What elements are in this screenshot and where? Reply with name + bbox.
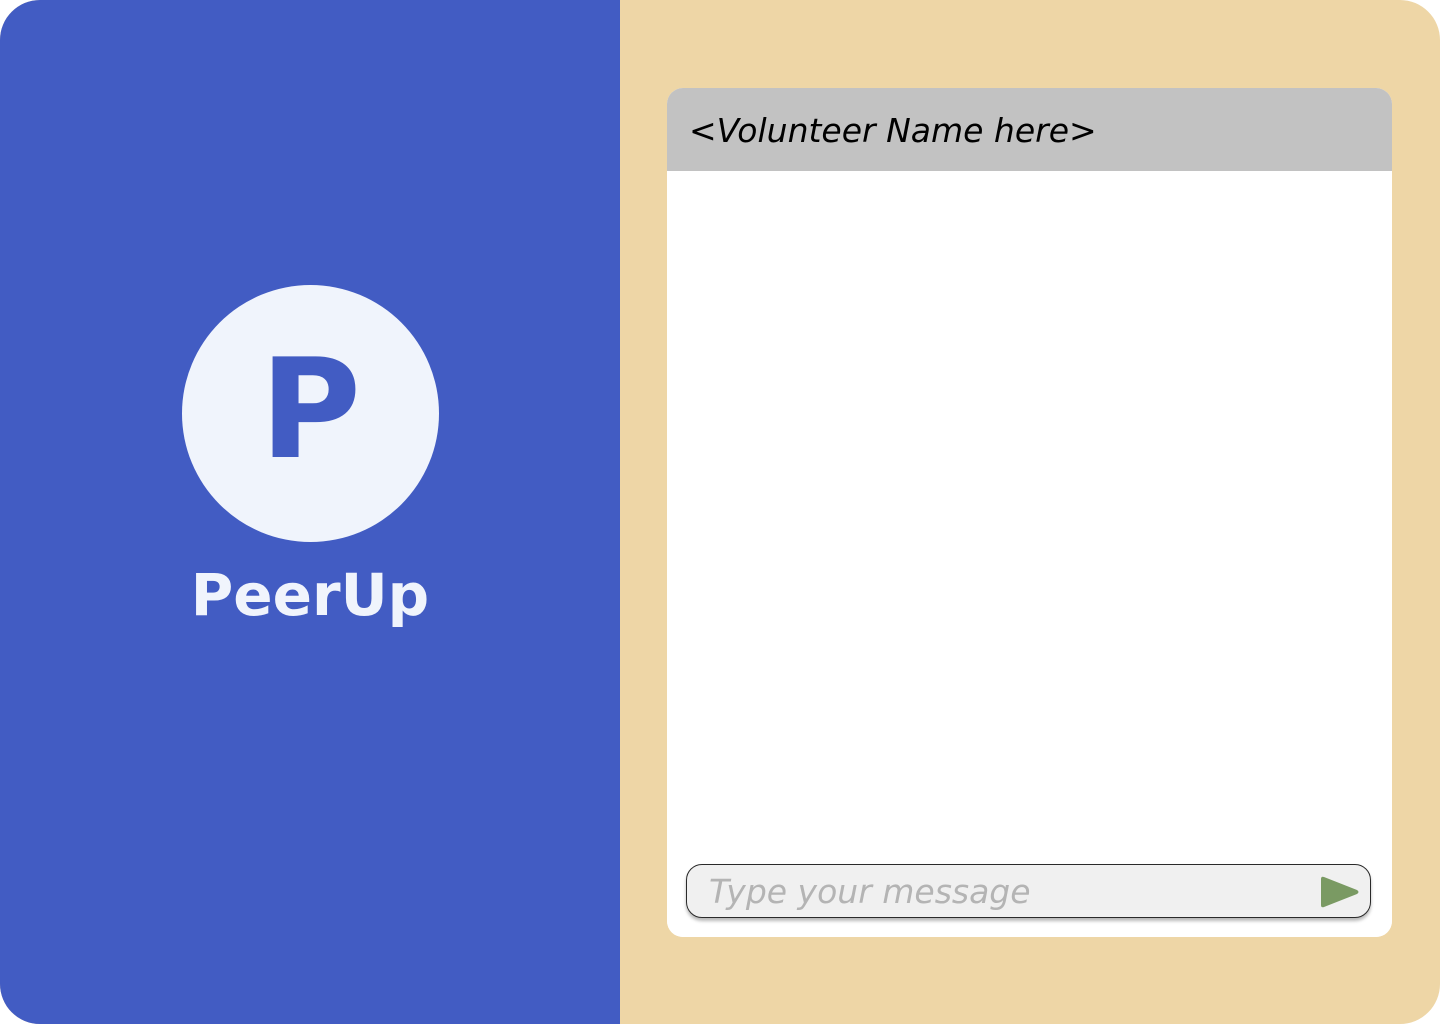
- brand-panel: P PeerUp: [0, 0, 620, 1024]
- message-composer: [686, 864, 1371, 918]
- send-arrow-icon: [1321, 876, 1359, 908]
- brand-name: PeerUp: [190, 561, 430, 629]
- message-input[interactable]: [709, 871, 1299, 911]
- chat-window: <Volunteer Name here>: [667, 88, 1392, 937]
- volunteer-name: <Volunteer Name here>: [689, 111, 1097, 150]
- logo-letter: P: [259, 328, 362, 490]
- logo-badge: P: [182, 285, 439, 542]
- send-button[interactable]: [1317, 873, 1363, 911]
- chat-header: <Volunteer Name here>: [667, 88, 1392, 171]
- message-list[interactable]: [667, 171, 1392, 937]
- app-frame: P PeerUp <Volunteer Name here>: [0, 0, 1440, 1024]
